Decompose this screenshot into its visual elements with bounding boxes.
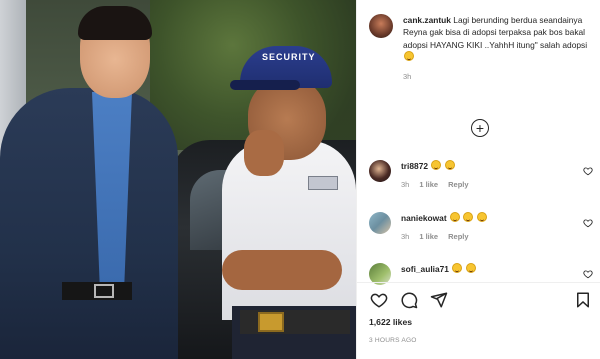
actions-divider	[357, 282, 600, 283]
post-side-panel: cank.zantuk Lagi berunding berdua seanda…	[356, 0, 600, 359]
comment-username[interactable]: naniekowat	[401, 213, 447, 223]
post-timestamp[interactable]: 3 HOURS AGO	[369, 337, 417, 344]
security-guard-cap-brim	[230, 80, 300, 90]
heart-icon[interactable]	[583, 166, 593, 176]
comment-body: naniekowat 3h 1 like Reply	[401, 212, 487, 243]
security-guard-shirt	[222, 140, 356, 320]
comment-time: 3h	[401, 232, 410, 241]
comment-username[interactable]: tri8872	[401, 161, 428, 171]
security-guard-buckle	[258, 312, 284, 332]
avatar[interactable]	[369, 14, 393, 38]
man-in-suit-buckle	[94, 284, 114, 298]
laughing-emoji-icon	[404, 50, 414, 61]
laughing-emoji-icon	[476, 212, 487, 222]
avatar[interactable]	[369, 160, 391, 182]
security-guard-patch	[308, 176, 338, 190]
comment-likes[interactable]: 1 like	[419, 179, 438, 191]
caption-time: 3h	[403, 72, 412, 82]
like-button[interactable]	[369, 290, 389, 310]
heart-icon	[370, 293, 388, 308]
laughing-emoji-icon	[463, 212, 474, 222]
security-cap-text: SECURITY	[262, 52, 316, 62]
caption-username[interactable]: cank.zantuk	[403, 15, 451, 25]
list-item: tri8872 3h 1 like Reply	[369, 160, 597, 191]
post-photo[interactable]: SECURITY	[0, 0, 356, 359]
post-actions	[369, 290, 593, 310]
plus-circle-icon[interactable]: +	[471, 119, 489, 137]
reply-button[interactable]: Reply	[448, 179, 468, 191]
share-button[interactable]	[429, 290, 449, 310]
laughing-emoji-icon	[449, 212, 460, 222]
list-item: naniekowat 3h 1 like Reply	[369, 212, 597, 243]
laughing-emoji-icon	[431, 160, 442, 170]
likes-count[interactable]: 1,622 likes	[369, 317, 412, 327]
share-icon	[430, 292, 448, 308]
security-guard-belt	[240, 310, 350, 334]
man-in-suit-body	[0, 88, 178, 359]
man-in-suit-hair	[78, 6, 152, 40]
comment-likes[interactable]: 1 like	[419, 231, 438, 243]
comment-body: tri8872 3h 1 like Reply	[401, 160, 469, 191]
caption-body: cank.zantuk Lagi berunding berdua seanda…	[403, 14, 597, 83]
comment-icon	[401, 292, 418, 309]
laughing-emoji-icon	[465, 263, 476, 273]
heart-icon[interactable]	[583, 218, 593, 228]
security-guard-hand	[244, 130, 284, 176]
comment-username[interactable]: sofi_aulia71	[401, 264, 449, 274]
post-caption: cank.zantuk Lagi berunding berdua seanda…	[369, 14, 597, 83]
save-button[interactable]	[573, 290, 593, 310]
bookmark-icon	[577, 292, 589, 308]
laughing-emoji-icon	[452, 263, 463, 273]
security-guard-arms	[222, 250, 342, 290]
avatar[interactable]	[369, 212, 391, 234]
reply-button[interactable]: Reply	[448, 231, 468, 243]
comment-button[interactable]	[399, 290, 419, 310]
laughing-emoji-icon	[444, 160, 455, 170]
comment-time: 3h	[401, 180, 410, 189]
comment-meta: 3h 1 like Reply	[401, 179, 469, 191]
comment-meta: 3h 1 like Reply	[401, 231, 487, 243]
heart-icon[interactable]	[583, 269, 593, 279]
